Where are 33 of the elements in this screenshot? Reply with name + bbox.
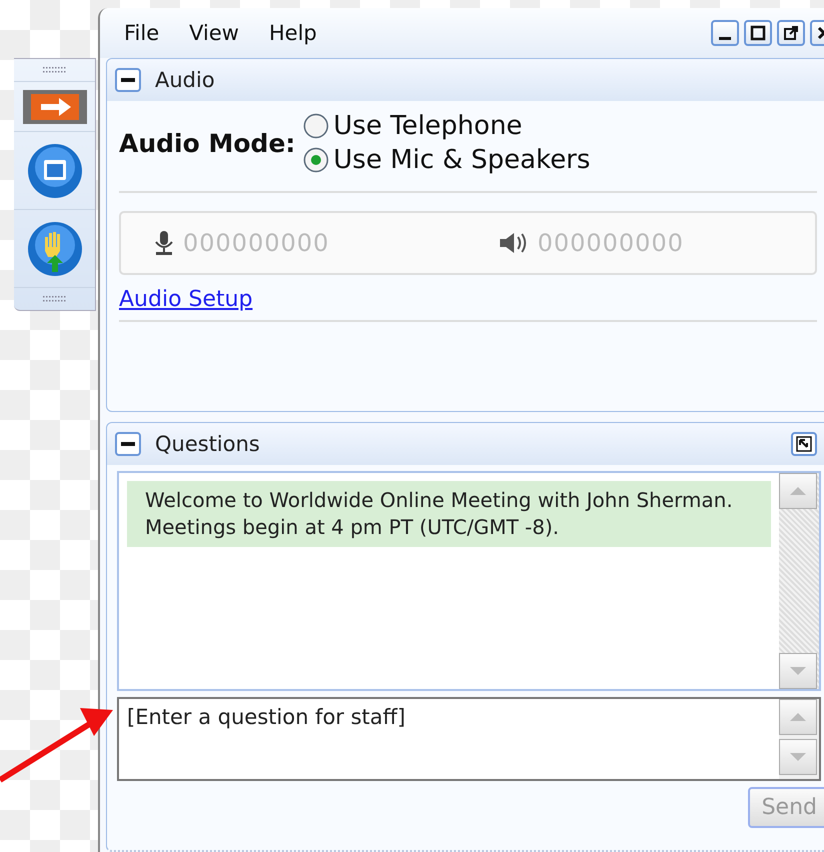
collapse-button[interactable]	[115, 68, 141, 92]
microphone-icon	[153, 230, 175, 256]
up-triangle-icon	[789, 712, 807, 722]
menu-item[interactable]: File	[124, 21, 160, 45]
menu-item[interactable]: Help	[268, 21, 317, 45]
minimize-button[interactable]	[711, 20, 739, 46]
minimize-icon	[719, 36, 731, 40]
audio-setup-link[interactable]: Audio Setup	[119, 287, 253, 312]
minus-icon	[121, 442, 135, 446]
down-triangle-icon	[789, 666, 807, 676]
pop-out-icon	[796, 436, 812, 452]
pop-out-button[interactable]	[791, 432, 817, 456]
radio-option[interactable]: Use Telephone	[303, 111, 590, 141]
mic-level-digits: 000000000	[183, 229, 330, 257]
maximize-icon	[750, 25, 766, 41]
radio-option[interactable]: Use Mic & Speakers	[303, 145, 590, 175]
menu-item[interactable]: View	[189, 21, 239, 45]
up-triangle-icon	[789, 486, 807, 496]
pop-out-button[interactable]	[777, 20, 805, 46]
down-triangle-icon	[789, 752, 807, 762]
grip-icon[interactable]	[42, 296, 66, 302]
raise-hand-icon	[26, 220, 82, 276]
collapse-button[interactable]	[115, 432, 141, 456]
speaker-level-digits: 000000000	[537, 229, 684, 257]
audio-mode-label: Audio Mode:	[119, 128, 296, 158]
screen-icon	[26, 142, 82, 198]
maximize-button[interactable]	[744, 20, 772, 46]
minus-icon	[121, 78, 135, 82]
pop-out-icon	[783, 25, 799, 41]
welcome-message: Welcome to Worldwide Online Meeting with John Sherman. Meetings begin at 4 pm PT (UTC/GMT -8).	[127, 481, 771, 547]
panel-title: Audio	[155, 68, 215, 92]
panel-title: Questions	[155, 432, 260, 456]
grip-icon[interactable]	[42, 67, 66, 73]
